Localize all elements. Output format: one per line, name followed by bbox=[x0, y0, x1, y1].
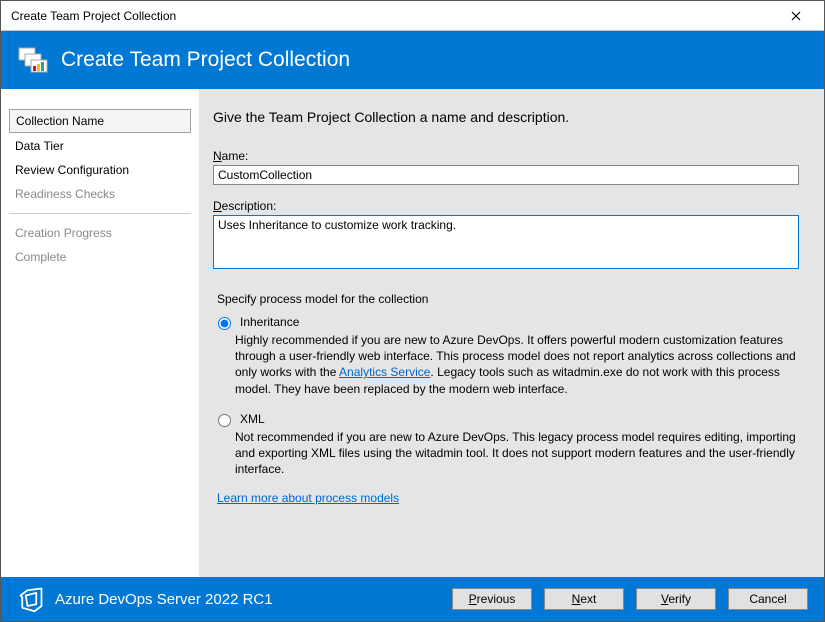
window-title: Create Team Project Collection bbox=[11, 9, 176, 23]
inheritance-radio[interactable] bbox=[218, 317, 231, 330]
wizard-body: Collection Name Data Tier Review Configu… bbox=[1, 89, 824, 577]
close-button[interactable] bbox=[776, 2, 816, 30]
learn-more-link[interactable]: Learn more about process models bbox=[217, 491, 399, 505]
sidebar-item-review-configuration[interactable]: Review Configuration bbox=[9, 159, 191, 181]
wizard-banner: Create Team Project Collection bbox=[1, 31, 824, 89]
sidebar-item-data-tier[interactable]: Data Tier bbox=[9, 135, 191, 157]
window-titlebar: Create Team Project Collection bbox=[1, 1, 824, 31]
wizard-sidebar: Collection Name Data Tier Review Configu… bbox=[1, 89, 199, 577]
close-icon bbox=[791, 11, 801, 21]
xml-option: XML Not recommended if you are new to Az… bbox=[213, 411, 802, 478]
verify-button[interactable]: Verify bbox=[636, 588, 716, 610]
inheritance-label[interactable]: Inheritance bbox=[240, 315, 299, 329]
previous-button[interactable]: Previous bbox=[452, 588, 532, 610]
xml-label[interactable]: XML bbox=[240, 412, 265, 426]
cancel-button-label: Cancel bbox=[749, 592, 786, 606]
verify-button-rest: erify bbox=[668, 592, 691, 606]
xml-description: Not recommended if you are new to Azure … bbox=[235, 429, 802, 478]
xml-radio[interactable] bbox=[218, 414, 231, 427]
sidebar-item-creation-progress: Creation Progress bbox=[9, 222, 191, 244]
analytics-service-link[interactable]: Analytics Service bbox=[339, 365, 430, 379]
cancel-button[interactable]: Cancel bbox=[728, 588, 808, 610]
product-name: Azure DevOps Server 2022 RC1 bbox=[55, 591, 273, 608]
sidebar-item-collection-name[interactable]: Collection Name bbox=[9, 109, 191, 133]
inheritance-description: Highly recommended if you are new to Azu… bbox=[235, 332, 802, 397]
banner-title: Create Team Project Collection bbox=[61, 48, 350, 72]
process-model-section-label: Specify process model for the collection bbox=[217, 292, 802, 306]
inheritance-option: Inheritance Highly recommended if you ar… bbox=[213, 314, 802, 397]
sidebar-item-complete: Complete bbox=[9, 246, 191, 268]
azure-devops-logo-icon bbox=[17, 585, 45, 613]
next-button-rest: ext bbox=[580, 592, 596, 606]
name-label: Name: bbox=[213, 149, 802, 163]
sidebar-separator bbox=[9, 213, 191, 214]
collection-icon bbox=[17, 44, 49, 76]
page-heading: Give the Team Project Collection a name … bbox=[213, 109, 802, 125]
sidebar-item-readiness-checks: Readiness Checks bbox=[9, 183, 191, 205]
next-button[interactable]: Next bbox=[544, 588, 624, 610]
name-input[interactable] bbox=[213, 165, 799, 185]
wizard-content: Give the Team Project Collection a name … bbox=[199, 89, 824, 577]
description-label: Description: bbox=[213, 199, 802, 213]
previous-button-rest: revious bbox=[477, 592, 516, 606]
description-input[interactable] bbox=[213, 215, 799, 269]
wizard-footer: Azure DevOps Server 2022 RC1 Previous Ne… bbox=[1, 577, 824, 621]
